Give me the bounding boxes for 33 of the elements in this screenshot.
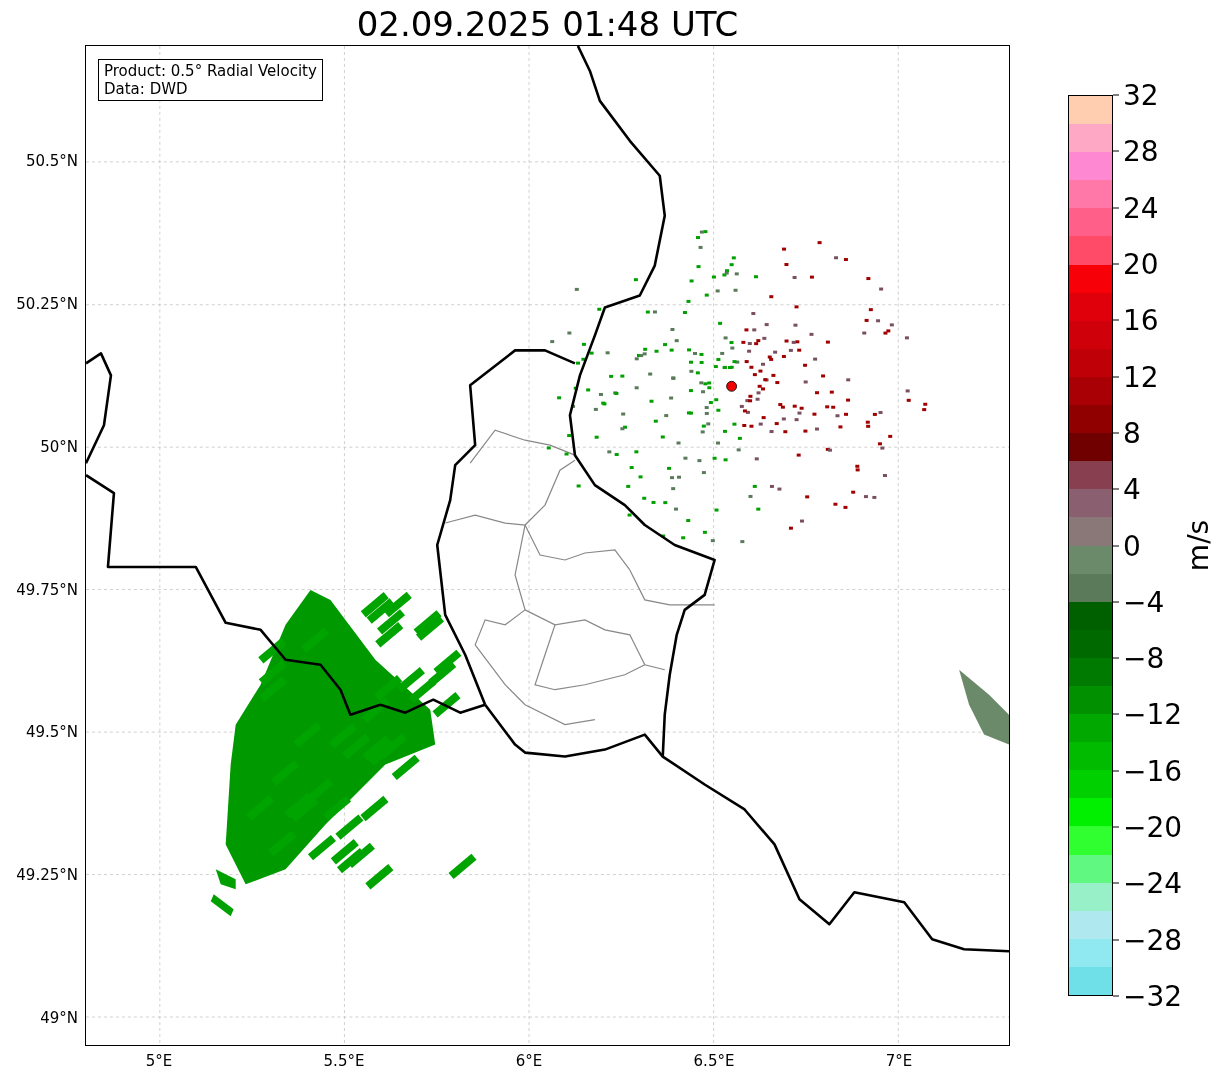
latitude-label: 49.5°N	[25, 723, 78, 742]
latitude-label: 49.75°N	[16, 580, 78, 599]
info-text: Product: 0.5° Radial Velocity	[104, 62, 317, 80]
colorbar-tick-label: 32	[1123, 78, 1159, 112]
colorbar-unit-label: m/s	[1182, 519, 1216, 572]
colorbar-tick-label: 12	[1123, 360, 1159, 394]
latitude-label: 50.5°N	[25, 152, 78, 171]
colorbar-tick-label: 20	[1123, 247, 1159, 281]
colorbar-tick-label: −16	[1123, 754, 1183, 788]
colorbar-tick-label: 28	[1123, 134, 1159, 168]
longitude-label: 7°E	[885, 1052, 913, 1070]
latitude-label: 49°N	[40, 1008, 78, 1027]
info-text: Data: DWD	[104, 80, 189, 98]
latitude-label: 50°N	[40, 438, 78, 456]
longitude-label: 5.5°E	[323, 1052, 365, 1070]
longitude-label: 5°E	[145, 1052, 173, 1070]
colorbar-tick-label: 4	[1123, 472, 1141, 506]
colorbar-tick-label: 24	[1123, 191, 1159, 225]
colorbar-tick-label: −8	[1123, 641, 1165, 675]
colorbar-tick-label: 16	[1123, 303, 1159, 337]
longitude-label: 6°E	[515, 1052, 543, 1070]
colorbar-tick-label: −4	[1123, 585, 1165, 619]
latitude-label: 50.25°N	[16, 295, 78, 314]
colorbar-tick-label: 8	[1123, 416, 1141, 450]
latitude-label: 49.25°N	[16, 866, 78, 885]
colorbar-tick-label: −24	[1123, 866, 1183, 900]
colorbar-tick-label: −12	[1123, 697, 1183, 731]
chart-title: 02.09.2025 01:48 UTC	[355, 4, 740, 45]
colorbar-tick-label: −20	[1123, 810, 1183, 844]
colorbar-tick-label: 0	[1123, 529, 1141, 562]
colorbar-tick-label: −28	[1123, 923, 1183, 957]
longitude-label: 6.5°E	[693, 1052, 735, 1070]
colorbar-tick-label: −32	[1123, 979, 1183, 1013]
